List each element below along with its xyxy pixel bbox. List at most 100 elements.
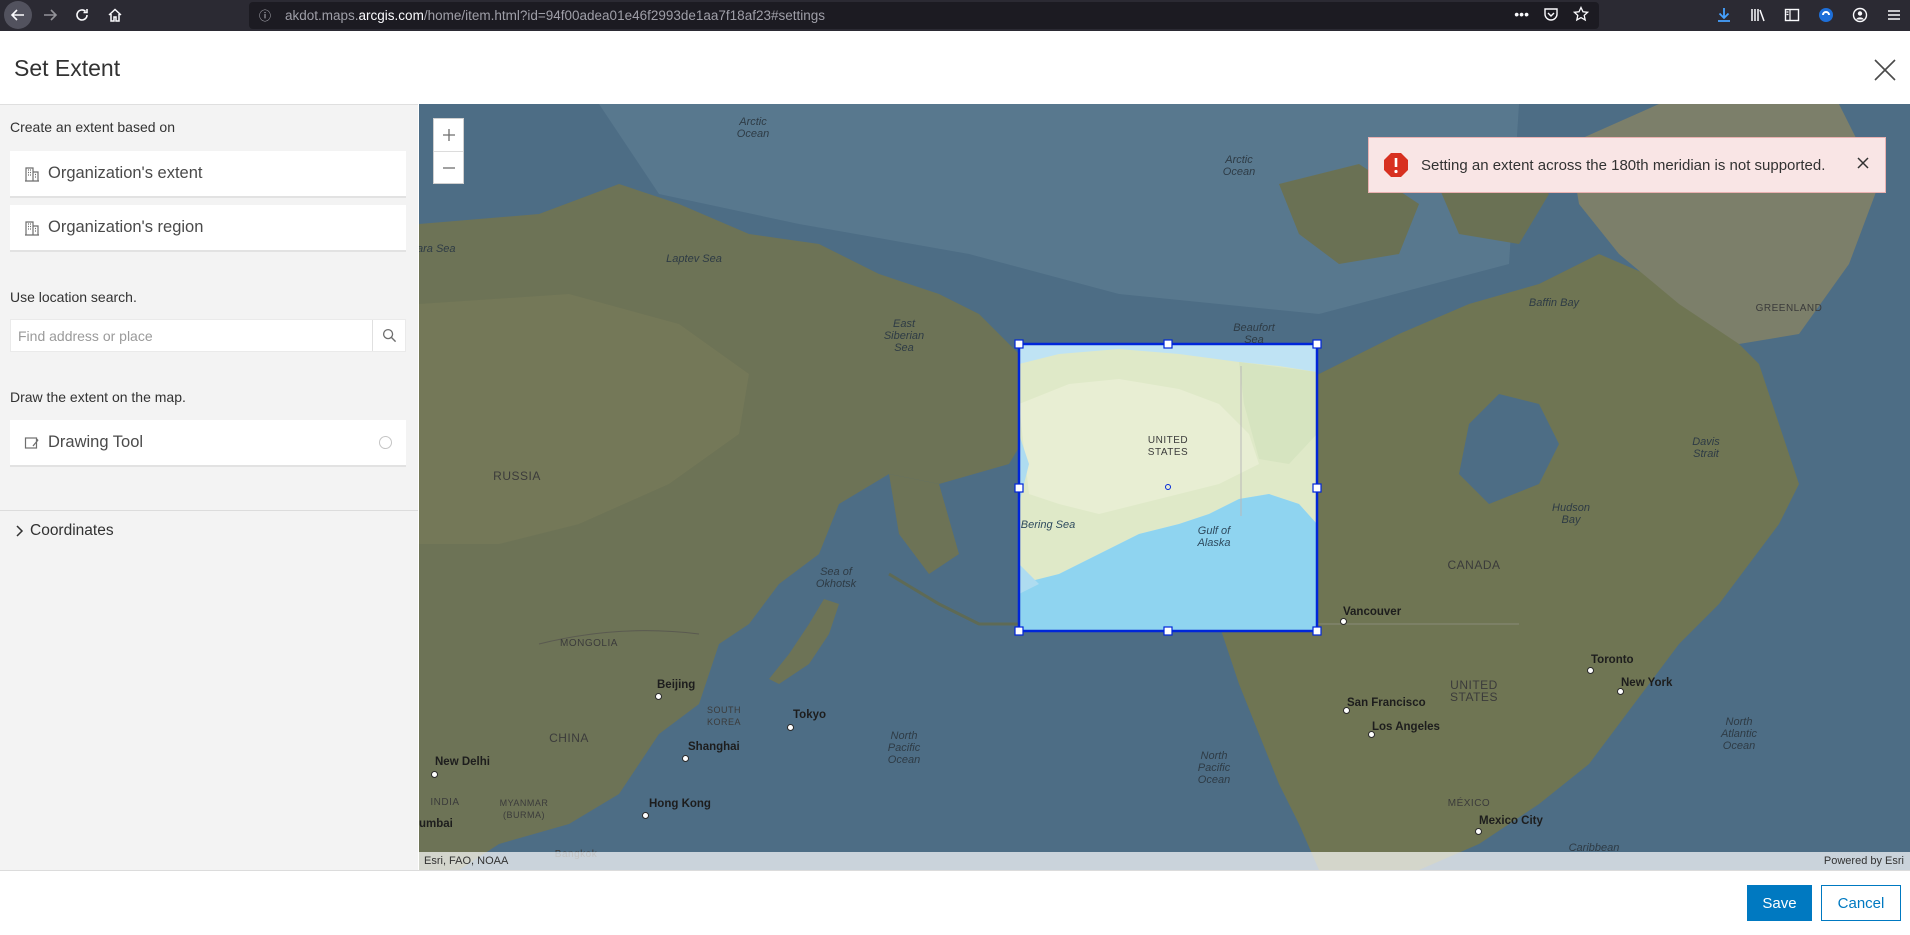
coordinates-toggle[interactable]: Coordinates [12,522,114,540]
draw-extent-label: Draw the extent on the map. [10,389,186,405]
extent-options-panel: Create an extent based on Organization's… [0,104,418,870]
shanghai-label: Shanghai [688,741,740,753]
toronto-label: Toronto [1591,654,1634,666]
hudson-bay-label: Hudson Bay [1552,502,1590,526]
reload-button[interactable] [68,1,96,29]
organization-region-option[interactable]: Organization's region [10,205,406,252]
mexico-city-label: Mexico City [1479,815,1543,827]
location-search-label: Use location search. [10,289,137,305]
city-marker [1617,688,1624,695]
mexico-label: MÉXICO [1447,798,1491,809]
kara-sea-label: ara Sea [419,243,456,255]
arrow-left-icon [10,9,24,21]
drawing-tool-option[interactable]: Drawing Tool [10,420,406,467]
search-button[interactable] [372,320,405,351]
arctic-ocean-label: Arctic Ocean [736,116,770,140]
san-francisco-label: San Francisco [1347,697,1426,709]
zoom-in-button[interactable] [434,119,463,151]
city-marker [655,693,662,700]
baffin-bay-label: Baffin Bay [1528,297,1580,309]
zoom-out-button[interactable] [434,151,463,183]
building-icon [24,166,40,182]
city-marker [1587,667,1594,674]
back-button[interactable] [4,1,32,29]
basemap [419,104,1910,870]
tokyo-label: Tokyo [793,709,827,721]
organization-region-label: Organization's region [48,218,204,236]
new-york-label: New York [1621,677,1673,689]
sidebar-icon[interactable] [1782,4,1802,26]
chevron-right-icon [12,524,26,538]
pocket-icon[interactable] [1543,6,1559,22]
gulf-of-alaska-label: Gulf of Alaska [1197,525,1231,549]
north-atlantic-ocean-label: North Atlantic Ocean [1720,716,1758,752]
address-bar[interactable]: ⓘ akdot.maps.arcgis.com/home/item.html?i… [249,2,1599,29]
bering-sea-label: Bering Sea [1020,519,1076,531]
browser-toolbar: ⓘ akdot.maps.arcgis.com/home/item.html?i… [0,0,1910,31]
dialog-title: Set Extent [14,55,121,81]
plus-icon [442,129,455,141]
cancel-button[interactable]: Cancel [1821,885,1901,921]
draw-rectangle-icon [24,435,40,451]
url-text: akdot.maps.arcgis.com/home/item.html?id=… [285,8,826,23]
home-icon [108,8,122,22]
minus-icon [442,166,455,169]
menu-icon[interactable] [1884,4,1904,26]
library-icon[interactable] [1748,4,1768,26]
north-pacific-ocean-label: North Pacific Ocean [887,730,921,766]
close-icon [1857,157,1869,169]
united-states-alaska-label: UNITED STATES [1147,435,1189,458]
drawing-tool-label: Drawing Tool [48,433,144,451]
extent-based-on-label: Create an extent based on [10,119,176,135]
bookmark-star-icon[interactable] [1573,6,1589,22]
account-icon[interactable] [1850,4,1870,26]
alert-message: Setting an extent across the 180th merid… [1421,156,1826,174]
page-actions-icon[interactable]: ••• [1514,6,1529,22]
forward-button[interactable] [36,1,64,29]
map-view[interactable]: Arctic Ocean Arctic Ocean ara Sea Laptev… [419,104,1910,870]
united-states-label: UNITED STATES [1450,678,1498,704]
organization-extent-label: Organization's extent [48,164,203,182]
city-marker [682,755,689,762]
china-label: CHINA [549,731,589,745]
laptev-sea-label: Laptev Sea [666,253,722,265]
greenland-label: GREENLAND [1755,303,1823,314]
building-icon [24,220,40,236]
south-korea-label: SOUTH KOREA [706,705,741,727]
beijing-label: Beijing [657,679,696,691]
city-marker [642,812,649,819]
north-pacific-ocean-label: North Pacific Ocean [1197,750,1231,786]
close-button[interactable] [1872,57,1898,83]
downloads-icon[interactable] [1714,4,1734,26]
error-alert: Setting an extent across the 180th merid… [1368,137,1886,193]
attribution-text: Esri, FAO, NOAA [424,855,509,867]
powered-by-link[interactable]: Powered by Esri [1824,855,1904,867]
search-input[interactable] [11,320,372,351]
arctic-ocean-label: Arctic Ocean [1222,154,1256,178]
close-icon [1874,59,1896,81]
extension-icon[interactable] [1816,4,1836,26]
site-info-icon[interactable]: ⓘ [259,7,279,24]
search-icon [382,328,396,343]
alert-close-button[interactable] [1855,155,1871,171]
map-attribution: Esri, FAO, NOAA Powered by Esri [419,852,1910,870]
east-siberian-sea-label: East Siberian Sea [883,318,925,354]
canada-label: CANADA [1447,558,1501,572]
davis-strait-label: Davis Strait [1692,436,1720,460]
new-delhi-label: New Delhi [435,756,490,768]
city-marker [787,724,794,731]
city-marker [1475,828,1482,835]
dialog-footer: Save Cancel [0,870,1910,935]
organization-extent-option[interactable]: Organization's extent [10,151,406,198]
zoom-control [433,118,464,184]
arrow-right-icon [44,9,58,21]
coordinates-label: Coordinates [30,522,114,539]
city-marker [1340,618,1347,625]
home-button[interactable] [101,1,129,29]
mumbai-label: umbai [419,818,453,830]
russia-label: RUSSIA [493,469,541,483]
myanmar-label: MYANMAR (BURMA) [499,798,549,820]
los-angeles-label: Los Angeles [1372,721,1440,733]
drawing-tool-radio[interactable] [379,436,392,449]
save-button[interactable]: Save [1747,885,1812,921]
